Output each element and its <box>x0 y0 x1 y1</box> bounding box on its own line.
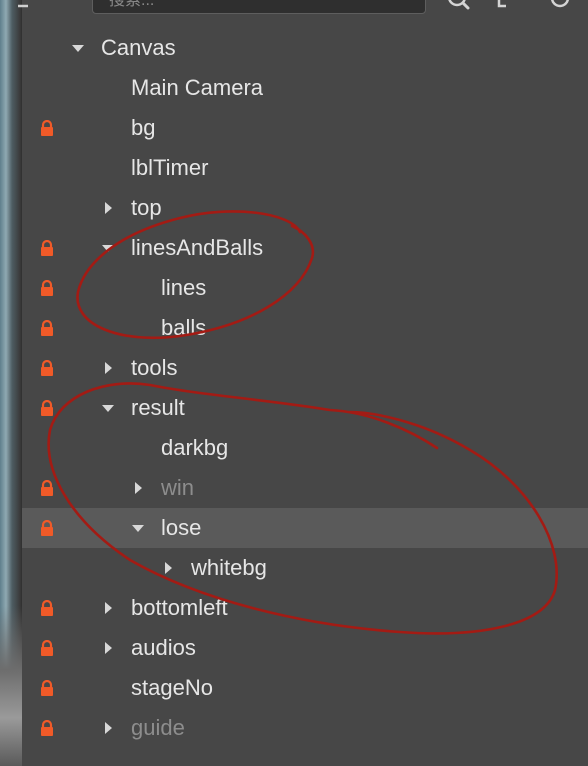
node-label: tools <box>131 355 178 380</box>
lock-icon[interactable] <box>39 120 55 136</box>
node-label: lose <box>161 515 202 540</box>
search-input[interactable]: 搜索... <box>92 0 426 14</box>
expanded-arrow-icon[interactable] <box>72 42 84 54</box>
node-label: win <box>161 475 195 500</box>
tree-node-bottomleft[interactable]: bottomleft <box>22 588 588 628</box>
add-icon[interactable] <box>16 0 30 14</box>
node-label: bottomleft <box>131 595 228 620</box>
collapsed-arrow-icon[interactable] <box>102 202 114 214</box>
desktop-background-strip <box>0 0 22 766</box>
hierarchy-toolbar: 搜索... <box>18 0 588 22</box>
node-label: lines <box>161 275 207 300</box>
tree-node-whitebg[interactable]: whitebg <box>22 548 588 588</box>
lock-icon[interactable] <box>39 280 55 296</box>
expanded-arrow-icon[interactable] <box>102 242 114 254</box>
node-tree: Canvas Main Camera bg lblTimer top linesAndBa… <box>22 28 588 748</box>
tree-node-stageno[interactable]: stageNo <box>22 668 588 708</box>
tree-node-win[interactable]: win <box>22 468 588 508</box>
expanded-arrow-icon[interactable] <box>102 402 114 414</box>
hierarchy-panel: 搜索... Canvas Main Camera bg lblTimer top line… <box>0 0 588 766</box>
node-label: Main Camera <box>131 75 264 100</box>
expand-icon[interactable] <box>496 0 512 14</box>
node-label: darkbg <box>161 435 229 460</box>
search-icon[interactable] <box>446 0 470 14</box>
lock-icon[interactable] <box>39 520 55 536</box>
collapsed-arrow-icon[interactable] <box>102 642 114 654</box>
collapsed-arrow-icon[interactable] <box>102 362 114 374</box>
lock-icon[interactable] <box>39 320 55 336</box>
node-label: guide <box>131 715 185 740</box>
tree-node-lines[interactable]: lines <box>22 268 588 308</box>
collapsed-arrow-icon[interactable] <box>132 482 144 494</box>
tree-node-darkbg[interactable]: darkbg <box>22 428 588 468</box>
tree-node-tools[interactable]: tools <box>22 348 588 388</box>
refresh-icon[interactable] <box>550 0 572 14</box>
lock-icon[interactable] <box>39 400 55 416</box>
tree-node-main-camera[interactable]: Main Camera <box>22 68 588 108</box>
collapsed-arrow-icon[interactable] <box>102 602 114 614</box>
node-label: result <box>131 395 185 420</box>
tree-node-lbltimer[interactable]: lblTimer <box>22 148 588 188</box>
desktop-wallpaper-rock <box>0 606 22 766</box>
tree-node-guide[interactable]: guide <box>22 708 588 748</box>
lock-icon[interactable] <box>39 480 55 496</box>
tree-node-linesandballs[interactable]: linesAndBalls <box>22 228 588 268</box>
node-label: top <box>131 195 162 220</box>
tree-node-lose[interactable]: lose <box>22 508 588 548</box>
lock-icon[interactable] <box>39 720 55 736</box>
tree-node-balls[interactable]: balls <box>22 308 588 348</box>
node-label: Canvas <box>101 35 176 60</box>
expanded-arrow-icon[interactable] <box>132 522 144 534</box>
lock-icon[interactable] <box>39 240 55 256</box>
tree-node-audios[interactable]: audios <box>22 628 588 668</box>
node-label: whitebg <box>191 555 267 580</box>
collapsed-arrow-icon[interactable] <box>162 562 174 574</box>
node-label: audios <box>131 635 196 660</box>
lock-icon[interactable] <box>39 680 55 696</box>
lock-icon[interactable] <box>39 360 55 376</box>
node-label: linesAndBalls <box>131 235 264 260</box>
node-label: stageNo <box>131 675 213 700</box>
node-label: lblTimer <box>131 155 209 180</box>
tree-node-bg[interactable]: bg <box>22 108 588 148</box>
tree-node-canvas[interactable]: Canvas <box>22 28 588 68</box>
tree-node-top[interactable]: top <box>22 188 588 228</box>
node-label: balls <box>161 315 207 340</box>
lock-icon[interactable] <box>39 600 55 616</box>
node-label: bg <box>131 115 156 140</box>
tree-node-result[interactable]: result <box>22 388 588 428</box>
lock-icon[interactable] <box>39 640 55 656</box>
collapsed-arrow-icon[interactable] <box>102 722 114 734</box>
